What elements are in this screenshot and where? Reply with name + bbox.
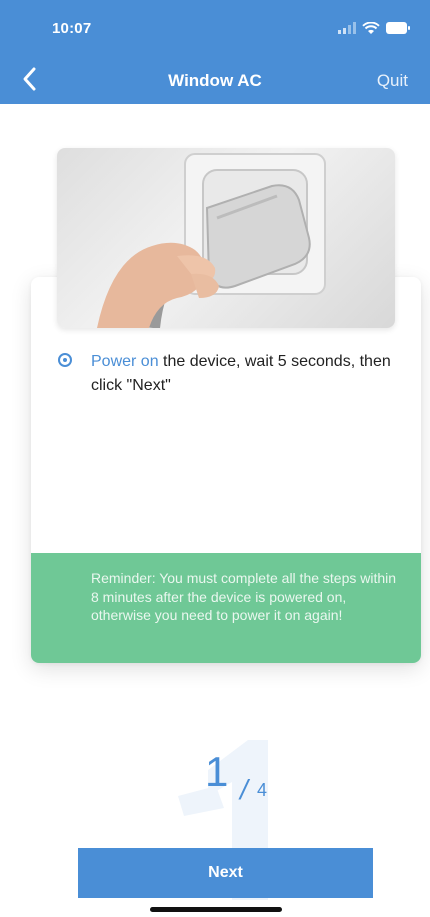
home-indicator xyxy=(150,907,282,912)
instruction-text: Power on the device, wait 5 seconds, the… xyxy=(58,350,398,398)
instruction-highlight: Power on xyxy=(91,353,159,370)
plug-illustration xyxy=(57,148,395,328)
step-separator: / xyxy=(240,774,248,805)
battery-icon xyxy=(386,22,410,34)
reminder-text: Reminder: You must complete all the step… xyxy=(91,570,397,624)
status-icons xyxy=(338,22,410,36)
instruction: Power on the device, wait 5 seconds, the… xyxy=(58,350,398,398)
app-screen: 10:07 Window AC Quit Reminder: You must … xyxy=(0,0,430,917)
page-title: Window AC xyxy=(168,71,262,90)
app-header: 10:07 Window AC Quit xyxy=(0,0,430,104)
quit-button[interactable]: Quit xyxy=(377,71,408,91)
instruction-card: Reminder: You must complete all the step… xyxy=(31,277,421,663)
radio-checked-icon xyxy=(58,353,72,367)
status-time: 10:07 xyxy=(52,20,92,37)
signal-icon xyxy=(338,22,356,34)
step-total: 4 xyxy=(257,780,268,800)
step-current: 1 xyxy=(205,748,229,795)
reminder-banner: Reminder: You must complete all the step… xyxy=(31,553,421,663)
wifi-icon xyxy=(362,22,380,34)
next-button[interactable]: Next xyxy=(78,848,373,898)
